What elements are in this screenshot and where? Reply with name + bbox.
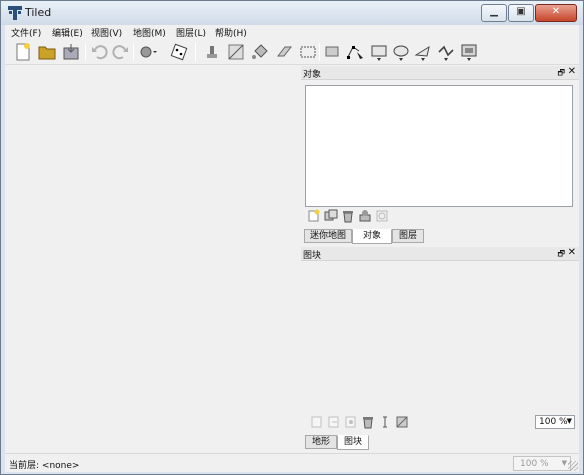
- main-toolbar: [5, 39, 579, 65]
- insert-tile-icon[interactable]: [459, 42, 479, 62]
- tiled-logo-icon: [8, 6, 22, 20]
- random-icon[interactable]: [169, 42, 189, 62]
- objects-dock-label: 对象: [303, 70, 322, 80]
- tileset-zoom-select[interactable]: 100 % ▼: [535, 415, 575, 429]
- save-icon[interactable]: [61, 42, 81, 62]
- minimize-button[interactable]: ▁: [481, 4, 507, 22]
- client-area: 文件(F) 编辑(E) 视图(V) 地图(M) 图层(L) 帮助(H) 对象 🗗…: [5, 25, 579, 472]
- objects-dock-tabs: 迷你地图 对象 图层: [301, 229, 579, 244]
- import-tileset-icon[interactable]: [327, 415, 341, 429]
- dock-close-icon[interactable]: ✕: [568, 247, 576, 258]
- maximize-button[interactable]: ▣: [508, 4, 534, 22]
- objects-list[interactable]: [305, 85, 573, 207]
- stamp-brush-icon[interactable]: [202, 42, 222, 62]
- eraser-icon[interactable]: [274, 42, 294, 62]
- edit-polygons-icon[interactable]: [345, 42, 365, 62]
- tab-terrain[interactable]: 地形: [305, 435, 337, 449]
- tilesets-toolbar: [310, 415, 412, 429]
- rename-tileset-icon[interactable]: [378, 415, 392, 429]
- insert-rectangle-icon[interactable]: [369, 42, 389, 62]
- tab-tilesets[interactable]: 图块: [337, 435, 369, 450]
- tab-minimap[interactable]: 迷你地图: [304, 229, 352, 243]
- open-icon[interactable]: [37, 42, 57, 62]
- insert-polygon-icon[interactable]: [413, 42, 433, 62]
- dock-float-icon[interactable]: 🗗: [557, 248, 565, 262]
- objects-dock-title[interactable]: 对象 🗗 ✕: [301, 66, 579, 80]
- move-to-layer-icon[interactable]: [358, 209, 372, 223]
- insert-polyline-icon[interactable]: [436, 42, 456, 62]
- delete-object-icon[interactable]: [341, 209, 355, 223]
- menu-help[interactable]: 帮助(H): [215, 26, 247, 39]
- select-objects-icon[interactable]: [323, 42, 343, 62]
- menu-file[interactable]: 文件(F): [11, 26, 41, 39]
- bucket-fill-icon[interactable]: [250, 42, 270, 62]
- edit-terrain-icon[interactable]: [395, 415, 409, 429]
- resize-grip[interactable]: [568, 461, 578, 471]
- duplicate-object-icon[interactable]: [324, 209, 338, 223]
- chevron-down-icon: ▼: [566, 417, 572, 425]
- add-object-layer-icon[interactable]: [307, 209, 321, 223]
- menu-map[interactable]: 地图(M): [133, 26, 166, 39]
- insert-ellipse-icon[interactable]: [391, 42, 411, 62]
- new-icon[interactable]: [13, 42, 33, 62]
- commands-icon[interactable]: [138, 42, 158, 62]
- dock-float-icon[interactable]: 🗗: [557, 67, 565, 81]
- menu-view[interactable]: 视图(V): [91, 26, 122, 39]
- tab-objects[interactable]: 对象: [352, 229, 392, 244]
- close-button[interactable]: ✕: [535, 4, 577, 22]
- chevron-down-icon: ▼: [561, 459, 567, 467]
- tilesets-dock-label: 图块: [303, 251, 322, 261]
- new-tileset-icon[interactable]: [310, 415, 324, 429]
- tilesets-dock-tabs: 地形 图块: [301, 435, 579, 450]
- tilesets-dock-title[interactable]: 图块 🗗 ✕: [301, 247, 579, 261]
- app-window: Tiled ▁ ▣ ✕ 文件(F) 编辑(E) 视图(V) 地图(M) 图层(L…: [0, 0, 584, 475]
- tileset-view[interactable]: [301, 261, 579, 431]
- delete-tileset-icon[interactable]: [361, 415, 375, 429]
- menu-layer[interactable]: 图层(L): [176, 26, 206, 39]
- menu-bar: 文件(F) 编辑(E) 视图(V) 地图(M) 图层(L) 帮助(H): [5, 25, 579, 39]
- object-properties-icon[interactable]: [375, 209, 389, 223]
- status-bar: 当前层: <none> 100 % ▼: [5, 453, 579, 472]
- window-title: Tiled: [25, 6, 52, 19]
- terrain-brush-icon[interactable]: [226, 42, 246, 62]
- map-canvas[interactable]: [5, 66, 301, 454]
- tab-layers[interactable]: 图层: [392, 229, 424, 243]
- objects-toolbar: [307, 209, 392, 225]
- menu-edit[interactable]: 编辑(E): [52, 26, 83, 39]
- title-bar[interactable]: Tiled ▁ ▣ ✕: [1, 1, 583, 25]
- dock-close-icon[interactable]: ✕: [568, 66, 576, 77]
- export-tileset-icon[interactable]: [344, 415, 358, 429]
- undo-icon[interactable]: [89, 42, 109, 62]
- redo-icon[interactable]: [111, 42, 131, 62]
- map-zoom-select[interactable]: 100 % ▼: [513, 456, 571, 471]
- rect-select-icon[interactable]: [298, 42, 318, 62]
- current-layer-status: 当前层: <none>: [9, 461, 80, 471]
